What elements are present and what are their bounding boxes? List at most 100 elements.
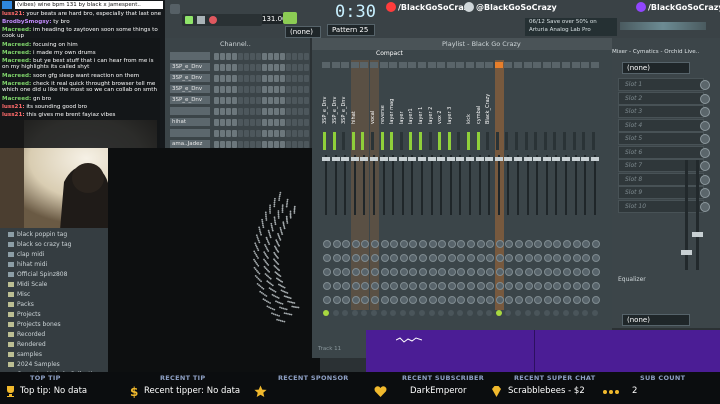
mixer-pan-fader[interactable] bbox=[692, 232, 703, 237]
volume-fader[interactable] bbox=[533, 157, 542, 161]
strip-knob[interactable] bbox=[428, 268, 437, 276]
strip-header[interactable] bbox=[523, 62, 532, 68]
step-button[interactable] bbox=[238, 141, 243, 148]
channel-row[interactable] bbox=[162, 129, 309, 139]
step-button[interactable] bbox=[280, 108, 285, 115]
route-button[interactable] bbox=[563, 310, 569, 316]
step-button[interactable] bbox=[214, 130, 219, 137]
step-button[interactable] bbox=[214, 141, 219, 148]
step-button[interactable] bbox=[250, 108, 255, 115]
step-button[interactable] bbox=[280, 97, 285, 104]
step-button[interactable] bbox=[304, 75, 309, 82]
step-button[interactable] bbox=[232, 141, 237, 148]
step-button[interactable] bbox=[304, 97, 309, 104]
route-button[interactable] bbox=[447, 310, 454, 316]
step-button[interactable] bbox=[226, 53, 231, 60]
strip-knob[interactable] bbox=[332, 240, 341, 248]
volume-fader[interactable] bbox=[370, 157, 378, 161]
strip-knob[interactable] bbox=[351, 240, 360, 248]
strip-knob[interactable] bbox=[419, 268, 427, 276]
step-button[interactable] bbox=[298, 130, 303, 137]
strip-knob[interactable] bbox=[371, 240, 379, 248]
step-button[interactable] bbox=[262, 86, 267, 93]
step-button[interactable] bbox=[262, 64, 267, 71]
strip-header[interactable] bbox=[350, 62, 359, 68]
browser-item[interactable]: clap midi bbox=[8, 251, 44, 258]
step-button[interactable] bbox=[292, 141, 297, 148]
channel-name-button[interactable]: ama..Jadez bbox=[170, 140, 210, 148]
step-button[interactable] bbox=[274, 75, 279, 82]
step-button[interactable] bbox=[304, 130, 309, 137]
step-button[interactable] bbox=[298, 108, 303, 115]
strip-knob[interactable] bbox=[447, 268, 456, 276]
step-button[interactable] bbox=[226, 86, 231, 93]
step-button[interactable] bbox=[268, 97, 273, 104]
route-button[interactable] bbox=[351, 310, 358, 316]
route-button[interactable] bbox=[591, 310, 598, 316]
strip-knob[interactable] bbox=[380, 254, 389, 262]
strip-knob[interactable] bbox=[399, 268, 408, 276]
strip-knob[interactable] bbox=[323, 254, 331, 262]
step-button[interactable] bbox=[220, 64, 225, 71]
strip-knob[interactable] bbox=[399, 240, 408, 248]
step-button[interactable] bbox=[250, 75, 255, 82]
step-button[interactable] bbox=[292, 75, 297, 82]
step-button[interactable] bbox=[214, 119, 219, 126]
channel-name-button[interactable]: 3SP_e_Dnv bbox=[170, 63, 210, 71]
step-button[interactable] bbox=[286, 141, 291, 148]
pattern-clip-lane[interactable] bbox=[366, 330, 720, 378]
strip-header[interactable] bbox=[398, 62, 407, 68]
step-button[interactable] bbox=[244, 64, 249, 71]
step-button[interactable] bbox=[250, 86, 255, 93]
strip-header[interactable] bbox=[514, 62, 522, 68]
step-button[interactable] bbox=[304, 64, 309, 71]
step-button[interactable] bbox=[244, 97, 249, 104]
strip-knob[interactable] bbox=[543, 268, 552, 276]
step-button[interactable] bbox=[262, 75, 267, 82]
strip-header[interactable] bbox=[562, 62, 570, 68]
step-button[interactable] bbox=[250, 64, 255, 71]
strip-knob[interactable] bbox=[495, 268, 504, 276]
strip-knob[interactable] bbox=[332, 296, 341, 304]
slot-mix-knob[interactable] bbox=[700, 93, 710, 104]
step-button[interactable] bbox=[304, 86, 309, 93]
slot-mix-knob[interactable] bbox=[700, 161, 710, 171]
strip-knob[interactable] bbox=[419, 254, 427, 262]
strip-header[interactable] bbox=[360, 62, 369, 68]
step-button[interactable] bbox=[220, 130, 225, 137]
volume-fader[interactable] bbox=[408, 157, 417, 161]
step-button[interactable] bbox=[280, 86, 285, 93]
strip-header[interactable] bbox=[331, 62, 340, 68]
browser-item[interactable]: Rendered bbox=[8, 341, 46, 348]
slot-mix-knob[interactable] bbox=[700, 134, 710, 144]
strip-header[interactable] bbox=[466, 62, 474, 68]
strip-knob[interactable] bbox=[419, 296, 427, 304]
slot-mix-knob[interactable] bbox=[700, 174, 710, 185]
strip-header[interactable] bbox=[590, 62, 599, 68]
volume-fader[interactable] bbox=[542, 157, 551, 161]
step-button[interactable] bbox=[286, 75, 291, 82]
strip-knob[interactable] bbox=[323, 282, 331, 290]
stop-icon[interactable] bbox=[197, 16, 205, 24]
browser-item[interactable]: hihat midi bbox=[8, 261, 47, 268]
strip-knob[interactable] bbox=[371, 296, 379, 304]
strip-knob[interactable] bbox=[495, 296, 504, 304]
volume-fader[interactable] bbox=[552, 157, 561, 161]
strip-knob[interactable] bbox=[419, 282, 427, 290]
step-button[interactable] bbox=[274, 53, 279, 60]
strip-knob[interactable] bbox=[591, 240, 600, 248]
step-button[interactable] bbox=[292, 130, 297, 137]
strip-knob[interactable] bbox=[428, 296, 437, 304]
slot-mix-knob[interactable] bbox=[700, 147, 710, 158]
volume-fader[interactable] bbox=[446, 157, 455, 161]
strip-knob[interactable] bbox=[467, 254, 475, 262]
volume-fader[interactable] bbox=[590, 157, 599, 161]
strip-knob[interactable] bbox=[543, 254, 552, 262]
strip-knob[interactable] bbox=[419, 240, 427, 248]
step-button[interactable] bbox=[238, 53, 243, 60]
step-button[interactable] bbox=[250, 119, 255, 126]
strip-knob[interactable] bbox=[447, 254, 456, 262]
step-button[interactable] bbox=[226, 75, 231, 82]
step-button[interactable] bbox=[220, 75, 225, 82]
strip-knob[interactable] bbox=[591, 282, 600, 290]
